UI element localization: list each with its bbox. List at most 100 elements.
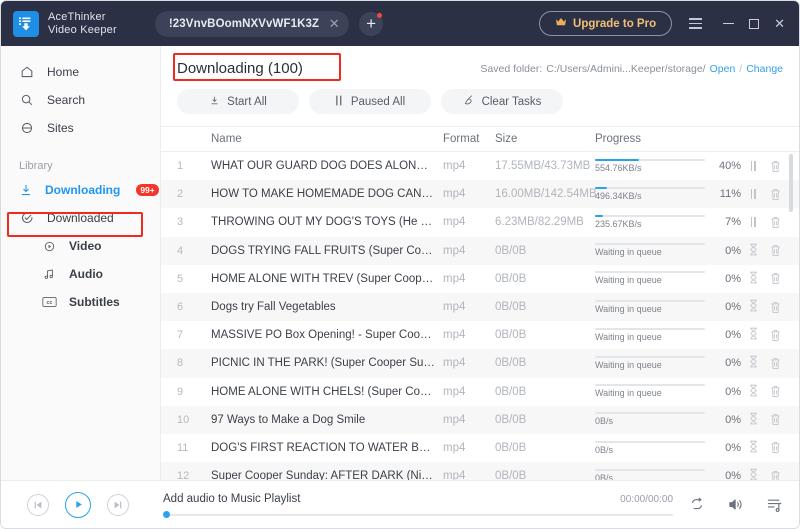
sidebar-item-downloaded[interactable]: Downloaded [1, 204, 160, 232]
row-name: HOW TO MAKE HOMEMADE DOG CANDY! [211, 188, 441, 201]
window-buttons: ✕ [723, 17, 785, 30]
clear-tasks-button[interactable]: Clear Tasks [441, 89, 563, 114]
row-action-toggle[interactable] [747, 271, 759, 286]
trash-icon[interactable] [769, 469, 781, 480]
table-row[interactable]: 8 PICNIC IN THE PARK! (Super Cooper Sunda… [161, 349, 799, 378]
browser-tab[interactable]: !23VnvBOomNXVvWF1K3Z ✕ [154, 10, 350, 37]
trash-icon[interactable] [769, 441, 781, 455]
trash-icon[interactable] [769, 187, 781, 201]
paused-all-label: Paused All [350, 95, 406, 108]
table-row[interactable]: 3 THROWING OUT MY DOG'S TOYS (He was not … [161, 208, 799, 236]
row-percent: 0% [725, 385, 741, 398]
playlist-icon[interactable] [766, 497, 783, 513]
plus-glyph: + [366, 14, 377, 33]
progress-bar [595, 271, 705, 274]
row-action-toggle[interactable] [747, 243, 759, 258]
row-action-toggle[interactable] [747, 440, 759, 455]
table-row[interactable]: 2 HOW TO MAKE HOMEMADE DOG CANDY! mp4 16.00… [161, 180, 799, 209]
download-list[interactable]: 1 WHAT OUR GUARD DOG DOES ALONE AT NIGHT … [161, 152, 799, 480]
minimize-icon[interactable] [723, 22, 735, 25]
row-name: MASSIVE PO Box Opening! - Super Cooper S… [211, 329, 443, 342]
table-row[interactable]: 9 HOME ALONE WITH CHELS! (Super Cooper Su… [161, 378, 799, 406]
row-name: Dogs try Fall Vegetables [211, 301, 336, 314]
row-action-toggle[interactable] [747, 327, 759, 342]
table-row[interactable]: 12 Super Cooper Sunday: AFTER DARK (Night… [161, 462, 799, 480]
row-index: 7 [177, 329, 184, 342]
row-size: 0B/0B [495, 272, 527, 285]
search-icon [19, 93, 35, 107]
table-row[interactable]: 11 DOG'S FIRST REACTION TO WATER BALLOONS… [161, 434, 799, 462]
player-seek-knob[interactable] [163, 511, 170, 518]
row-percent: 0% [725, 244, 741, 257]
scrollbar[interactable] [789, 152, 796, 480]
sidebar-item-video[interactable]: Video [1, 232, 160, 260]
brand-line-1: AceThinker [48, 10, 106, 23]
row-action-toggle[interactable] [747, 468, 759, 480]
table-row[interactable]: 6 Dogs try Fall Vegetables mp4 0B/0B Waiting… [161, 292, 799, 322]
play-icon[interactable] [65, 491, 91, 518]
trash-icon[interactable] [769, 356, 781, 370]
row-size: 0B/0B [495, 329, 527, 342]
app-window: AceThinker Video Keeper !23VnvBOomNXVvWF… [0, 0, 800, 529]
skip-previous-icon[interactable] [27, 493, 49, 516]
repeat-icon[interactable] [689, 497, 705, 513]
table-row[interactable]: 7 MASSIVE PO Box Opening! - Super Cooper … [161, 321, 799, 349]
hourglass-icon [748, 355, 759, 371]
media-player-bar: Add audio to Music Playlist 00:00/00:00 [1, 480, 799, 528]
row-progress: 0B/s [595, 434, 713, 462]
start-all-button[interactable]: Start All [177, 89, 299, 114]
row-percent: 40% [718, 160, 741, 173]
row-speed: Waiting in queue [595, 303, 662, 314]
hamburger-menu-icon[interactable] [686, 15, 705, 32]
upgrade-to-pro-button[interactable]: Upgrade to Pro [539, 11, 673, 36]
row-action-toggle[interactable] [747, 412, 759, 427]
trash-icon[interactable] [769, 244, 781, 258]
row-action-toggle[interactable] [747, 299, 759, 314]
open-folder-link[interactable]: Open [710, 63, 736, 75]
close-icon[interactable]: ✕ [327, 17, 341, 30]
cc-icon: cc [41, 296, 57, 308]
paused-all-button[interactable]: Paused All [309, 89, 431, 114]
trash-icon[interactable] [769, 215, 781, 229]
skip-next-icon[interactable] [107, 493, 129, 516]
row-speed: Waiting in queue [595, 275, 662, 286]
change-folder-link[interactable]: Change [746, 63, 783, 75]
trash-icon[interactable] [769, 413, 781, 427]
row-action-toggle[interactable] [747, 187, 759, 201]
player-seek-bar[interactable] [163, 511, 673, 518]
row-action-toggle[interactable] [747, 384, 759, 399]
row-action-toggle[interactable] [747, 159, 759, 173]
row-name: DOG'S FIRST REACTION TO WATER BALLOONS! [211, 441, 443, 454]
plus-icon[interactable]: + [359, 11, 384, 36]
row-action-toggle[interactable] [747, 356, 759, 370]
row-name: Super Cooper Sunday: AFTER DARK (Night S… [211, 470, 443, 480]
row-speed: 235.67KB/s [595, 219, 642, 230]
maximize-icon[interactable] [749, 18, 760, 29]
titlebar-controls: Upgrade to Pro ✕ [539, 11, 785, 36]
sidebar-item-sites[interactable]: Sites [1, 114, 160, 142]
row-action-toggle[interactable] [747, 215, 759, 229]
scrollbar-thumb[interactable] [789, 154, 793, 212]
sidebar-item-downloading[interactable]: Downloading 99+ ❯ [1, 176, 181, 204]
trash-icon[interactable] [769, 328, 781, 342]
sidebar-label-sites: Sites [47, 121, 74, 135]
sidebar-item-search[interactable]: Search [1, 86, 160, 114]
window-close-icon[interactable]: ✕ [774, 17, 785, 30]
row-index: 2 [177, 188, 184, 201]
table-row[interactable]: 5 HOME ALONE WITH TREV (Super Cooper Sund… [161, 265, 799, 293]
sidebar-item-audio[interactable]: Audio [1, 260, 160, 288]
trash-icon[interactable] [769, 385, 781, 399]
sidebar-item-home[interactable]: Home [1, 58, 160, 86]
row-format: mp4 [443, 357, 466, 370]
trash-icon[interactable] [769, 300, 781, 314]
table-row[interactable]: 1 WHAT OUR GUARD DOG DOES ALONE AT NIGHT … [161, 152, 799, 180]
volume-icon[interactable] [727, 497, 744, 512]
row-index: 5 [177, 272, 184, 285]
progress-bar [595, 412, 705, 415]
sidebar-item-subtitles[interactable]: cc Subtitles [1, 288, 160, 316]
table-row[interactable]: 4 DOGS TRYING FALL FRUITS (Super Cooper S… [161, 236, 799, 265]
trash-icon[interactable] [769, 272, 781, 286]
row-format: mp4 [443, 329, 466, 342]
trash-icon[interactable] [769, 159, 781, 173]
table-row[interactable]: 10 97 Ways to Make a Dog Smile mp4 0B/0B 0B/… [161, 405, 799, 434]
